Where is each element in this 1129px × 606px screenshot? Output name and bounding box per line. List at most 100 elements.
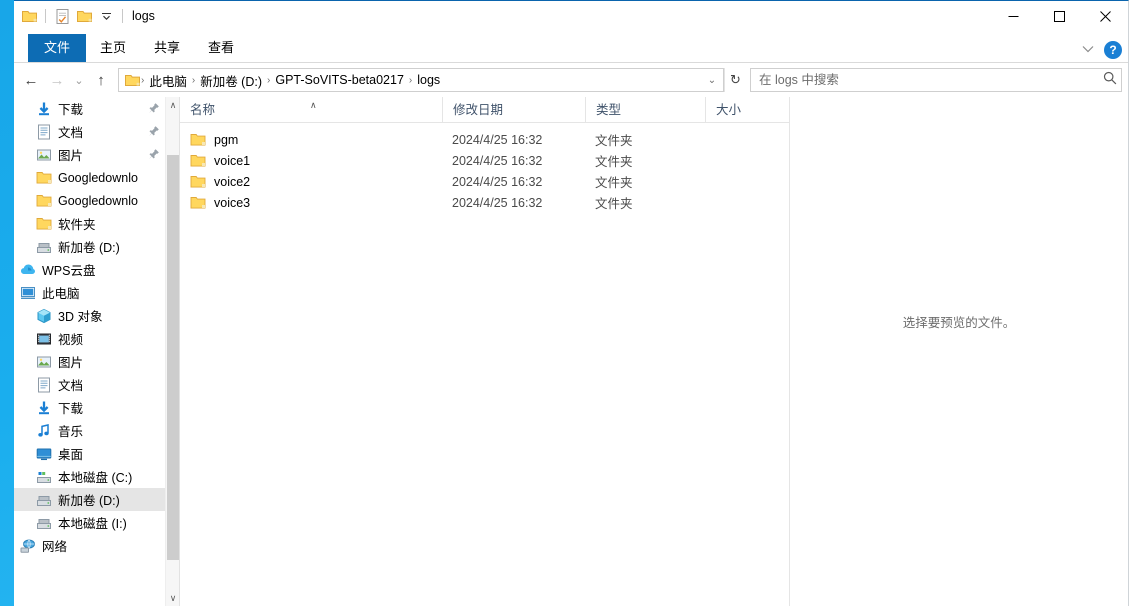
collapse-ribbon-chevron-down-icon[interactable] [1078,44,1098,56]
sidebar-item[interactable]: 视频 [14,327,166,350]
back-button[interactable]: ← [18,67,44,93]
breadcrumb-item-gpt-sovits[interactable]: GPT-SoVITS-beta0217 [271,73,408,87]
tab-home[interactable]: 主页 [86,34,140,62]
column-header[interactable]: 大小 [705,96,785,123]
sidebar-item-label: 此电脑 [42,287,80,301]
up-button[interactable]: ↑ [88,67,114,93]
file-name-cell[interactable]: voice2 [180,174,442,190]
sidebar-item[interactable]: Googledownlo [14,189,166,212]
table-row[interactable]: pgm 2024/4/25 16:32 文件夹 [180,129,789,150]
close-button[interactable] [1082,1,1128,31]
navigation-scrollbar[interactable]: ∧ ∨ [165,97,179,606]
quick-access-toolbar [14,5,128,27]
window-controls [990,1,1128,31]
scrollbar-thumb[interactable] [167,155,179,560]
maximize-button[interactable] [1036,1,1082,31]
address-dropdown-chevron-down-icon[interactable]: ⌄ [703,75,721,86]
sidebar-item[interactable]: 此电脑 [14,281,166,304]
sidebar-item[interactable]: 下载 [14,396,166,419]
refresh-button[interactable]: ↻ [724,68,746,92]
explorer-content: 下载 文档 图片 Googledownlo Googledownlo 软件夹 新加卷 (D:… [14,96,1128,606]
sidebar-item[interactable]: 桌面 [14,442,166,465]
sidebar-item-label: 新加卷 (D:) [58,241,120,255]
title-bar: logs [14,1,1128,31]
pin-icon[interactable] [148,148,160,160]
recent-locations-button[interactable]: ⌄ [70,67,88,93]
folder-icon [190,195,206,211]
system-menu-folder-icon[interactable] [18,5,40,27]
download-icon [36,400,52,416]
sidebar-item[interactable]: 本地磁盘 (I:) [14,511,166,534]
sidebar-item-label: 图片 [58,356,84,370]
picture-icon [36,147,52,163]
sidebar-item[interactable]: 文档 [14,373,166,396]
search-box[interactable] [750,68,1122,92]
sidebar-item[interactable]: 新加卷 (D:) [14,235,166,258]
column-header[interactable]: 类型 [585,96,705,123]
file-list-pane: 名称 ∧ 修改日期 类型 大小 pgm 2024/4/25 16:32 文件夹 voice1 2… [180,96,789,606]
scroll-up-arrow-icon[interactable]: ∧ [166,97,179,113]
breadcrumb-item-logs[interactable]: logs [413,73,444,87]
folder-icon [190,174,206,190]
breadcrumb-item-drive-d[interactable]: 新加卷 (D:) [196,71,266,90]
folder-icon [190,132,206,148]
sidebar-item[interactable]: 下载 [14,97,166,120]
column-headers: 名称 ∧ 修改日期 类型 大小 [180,96,789,123]
sidebar-item[interactable]: 3D 对象 [14,304,166,327]
file-type-cell: 文件夹 [595,155,633,169]
table-row[interactable]: voice2 2024/4/25 16:32 文件夹 [180,171,789,192]
tab-share[interactable]: 共享 [140,34,194,62]
pin-icon[interactable] [148,125,160,137]
document-icon [36,377,52,393]
search-icon[interactable] [1103,71,1117,90]
scroll-down-arrow-icon[interactable]: ∨ [166,590,179,606]
tab-view[interactable]: 查看 [194,34,248,62]
sidebar-item[interactable]: 新加卷 (D:) [14,488,166,511]
pin-icon[interactable] [148,102,160,114]
preview-placeholder-text: 选择要预览的文件。 [902,316,1016,330]
document-icon [36,124,52,140]
sidebar-item[interactable]: 音乐 [14,419,166,442]
column-header-label: 名称 [190,102,216,117]
sidebar-item-label: 网络 [42,540,68,554]
customize-toolbar-chevron-down-icon[interactable] [95,5,117,27]
address-bar[interactable]: › 此电脑 › 新加卷 (D:) › GPT-SoVITS-beta0217 ›… [118,68,724,92]
sidebar-item[interactable]: Googledownlo [14,166,166,189]
file-name-cell[interactable]: pgm [180,132,442,148]
file-type-cell: 文件夹 [595,176,633,190]
table-row[interactable]: voice1 2024/4/25 16:32 文件夹 [180,150,789,171]
drive-icon [36,239,52,255]
sidebar-item[interactable]: 软件夹 [14,212,166,235]
toolbar-separator [45,9,46,23]
column-header[interactable]: 修改日期 [442,96,585,123]
minimize-button[interactable] [990,1,1036,31]
ribbon-tabs: 文件 主页 共享 查看 ? [14,31,1128,63]
file-name-label: voice2 [214,174,251,189]
system-drive-icon [36,469,52,485]
sidebar-item[interactable]: 文档 [14,120,166,143]
sidebar-item[interactable]: 图片 [14,350,166,373]
sidebar-item-label: 文档 [58,379,84,393]
sidebar-item[interactable]: 本地磁盘 (C:) [14,465,166,488]
new-folder-icon[interactable] [73,5,95,27]
sidebar-item[interactable]: 网络 [14,534,166,557]
folder-icon [36,216,52,232]
tab-file[interactable]: 文件 [28,34,87,62]
column-header[interactable]: 名称 ∧ [180,97,442,123]
sort-ascending-icon: ∧ [310,99,317,110]
search-input[interactable] [759,73,1103,87]
table-row[interactable]: voice3 2024/4/25 16:32 文件夹 [180,192,789,213]
breadcrumb-item-this-pc[interactable]: 此电脑 [145,71,191,90]
file-type-cell: 文件夹 [595,197,633,211]
sidebar-item[interactable]: 图片 [14,143,166,166]
file-name-cell[interactable]: voice3 [180,195,442,211]
forward-button[interactable]: → [44,67,70,93]
properties-icon[interactable] [51,5,73,27]
3d-object-icon [36,308,52,324]
desktop-icon [36,446,52,462]
column-header-label: 修改日期 [453,102,504,117]
help-button[interactable]: ? [1104,41,1122,59]
download-icon [36,101,52,117]
sidebar-item[interactable]: WPS云盘 [14,258,166,281]
file-name-cell[interactable]: voice1 [180,153,442,169]
